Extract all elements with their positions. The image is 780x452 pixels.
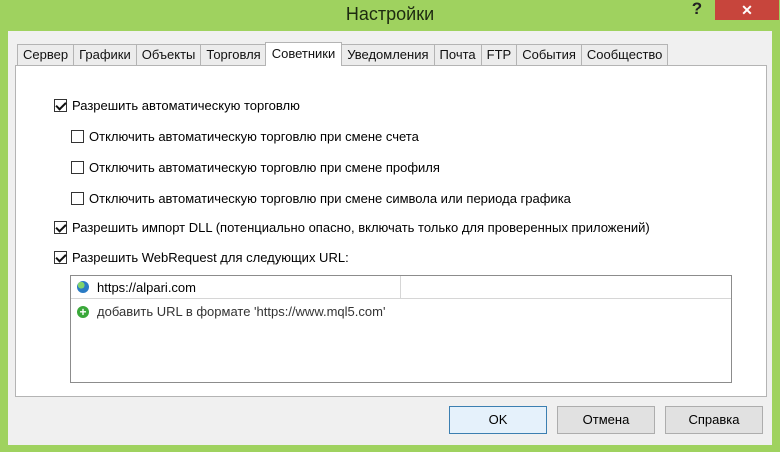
close-button[interactable]: ✕ xyxy=(715,0,779,20)
option-dll-import[interactable]: Разрешить импорт DLL (потенциально опасн… xyxy=(54,218,650,236)
tab-charts[interactable]: Графики xyxy=(73,44,136,65)
add-url-hint: добавить URL в формате 'https://www.mql5… xyxy=(97,304,386,319)
option-disable-on-symbol[interactable]: Отключить автоматическую торговлю при см… xyxy=(71,189,571,207)
url-list-item[interactable]: https://alpari.com xyxy=(71,276,731,299)
add-plus-icon: + xyxy=(77,305,89,318)
column-separator xyxy=(400,276,401,298)
tab-community[interactable]: Сообщество xyxy=(580,44,669,65)
checkbox-auto-trading[interactable] xyxy=(54,98,67,112)
tab-objects[interactable]: Объекты xyxy=(135,44,201,65)
url-list[interactable]: https://alpari.com + добавить URL в форм… xyxy=(70,275,732,383)
tab-trade[interactable]: Торговля xyxy=(200,44,266,65)
globe-icon xyxy=(77,281,89,293)
cancel-button[interactable]: Отмена xyxy=(557,406,655,434)
tab-email[interactable]: Почта xyxy=(433,44,481,65)
checkbox-disable-on-symbol[interactable] xyxy=(71,191,84,205)
tab-server[interactable]: Сервер xyxy=(17,44,74,65)
option-disable-on-account[interactable]: Отключить автоматическую торговлю при см… xyxy=(71,127,419,145)
option-disable-on-profile[interactable]: Отключить автоматическую торговлю при см… xyxy=(71,158,440,176)
option-auto-trading[interactable]: Разрешить автоматическую торговлю xyxy=(54,96,300,114)
label-webrequest: Разрешить WebRequest для следующих URL: xyxy=(72,249,349,265)
help-button[interactable]: Справка xyxy=(665,406,763,434)
help-question-button[interactable]: ? xyxy=(684,0,710,20)
url-text: https://alpari.com xyxy=(97,279,196,295)
window-title: Настройки xyxy=(345,4,435,24)
tab-events[interactable]: События xyxy=(516,44,581,65)
tab-expert-advisors[interactable]: Советники xyxy=(264,42,343,66)
dialog-client: Сервер Графики Объекты Торговля Советник… xyxy=(8,31,772,445)
tab-notifications[interactable]: Уведомления xyxy=(341,44,434,65)
expert-advisors-panel: Разрешить автоматическую торговлю Отключ… xyxy=(15,65,767,397)
label-disable-on-account: Отключить автоматическую торговлю при см… xyxy=(89,128,419,144)
label-auto-trading: Разрешить автоматическую торговлю xyxy=(72,97,300,113)
label-dll-import: Разрешить импорт DLL (потенциально опасн… xyxy=(72,219,650,235)
checkbox-dll-import[interactable] xyxy=(54,220,67,234)
checkbox-webrequest[interactable] xyxy=(54,250,67,264)
option-webrequest[interactable]: Разрешить WebRequest для следующих URL: xyxy=(54,248,349,266)
checkbox-disable-on-profile[interactable] xyxy=(71,160,84,174)
title-bar: Настройки ? ✕ xyxy=(0,0,780,30)
checkbox-disable-on-account[interactable] xyxy=(71,129,84,143)
tab-strip: Сервер Графики Объекты Торговля Советник… xyxy=(17,42,669,66)
ok-button[interactable]: OK xyxy=(449,406,547,434)
add-url-item[interactable]: + добавить URL в формате 'https://www.mq… xyxy=(71,304,385,319)
tab-ftp[interactable]: FTP xyxy=(480,44,517,65)
label-disable-on-symbol: Отключить автоматическую торговлю при см… xyxy=(89,190,571,206)
label-disable-on-profile: Отключить автоматическую торговлю при см… xyxy=(89,159,440,175)
